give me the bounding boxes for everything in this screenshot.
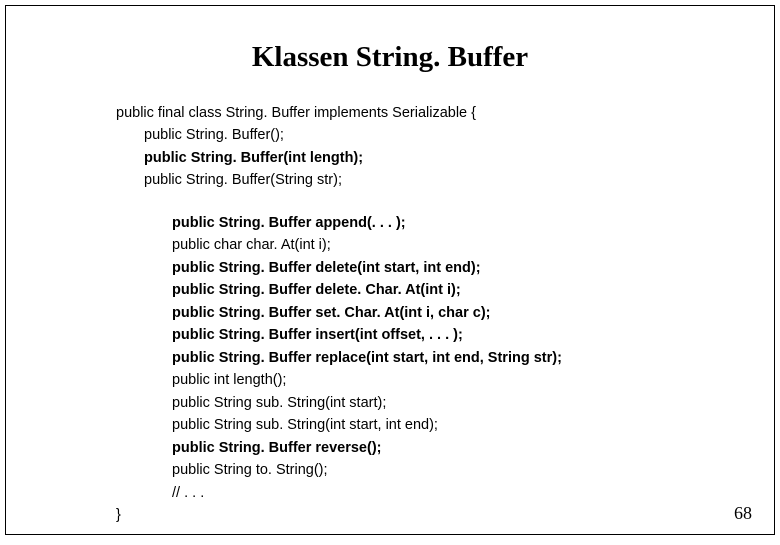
code-line: public String. Buffer(int length); — [116, 147, 724, 169]
slide-title: Klassen String. Buffer — [56, 41, 724, 74]
code-line: public String. Buffer append(. . . ); — [116, 212, 724, 234]
code-line: public char char. At(int i); — [116, 234, 724, 256]
code-line: public String. Buffer replace(int start,… — [116, 347, 724, 369]
code-line: public String. Buffer reverse(); — [116, 437, 724, 459]
page-number: 68 — [734, 503, 752, 524]
code-line: public String. Buffer set. Char. At(int … — [116, 302, 724, 324]
code-line: public String. Buffer delete. Char. At(i… — [116, 279, 724, 301]
code-line: public String. Buffer(); — [116, 124, 724, 146]
code-line: } — [116, 504, 724, 526]
code-line: public final class String. Buffer implem… — [116, 102, 724, 124]
code-line: public int length(); — [116, 369, 724, 391]
code-line: public String sub. String(int start, int… — [116, 414, 724, 436]
code-line: public String sub. String(int start); — [116, 392, 724, 414]
code-line: public String. Buffer delete(int start, … — [116, 257, 724, 279]
code-line — [116, 192, 724, 212]
slide-frame: Klassen String. Buffer public final clas… — [5, 5, 775, 535]
code-line: public String. Buffer insert(int offset,… — [116, 324, 724, 346]
code-line: public String. Buffer(String str); — [116, 169, 724, 191]
code-line: public String to. String(); — [116, 459, 724, 481]
code-line: // . . . — [116, 482, 724, 504]
code-block: public final class String. Buffer implem… — [116, 102, 724, 526]
